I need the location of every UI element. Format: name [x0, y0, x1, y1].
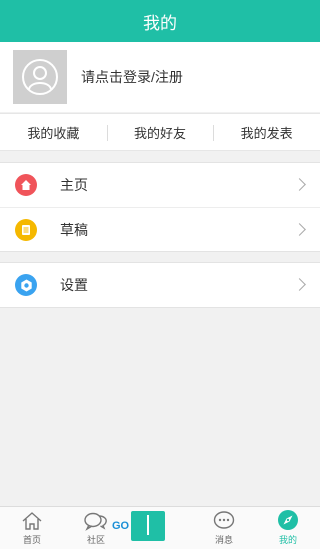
tab-favorites[interactable]: 我的收藏: [0, 114, 107, 150]
menu-group-main: 主页 草稿: [0, 162, 320, 252]
nav-messages[interactable]: 消息: [192, 507, 256, 549]
menu-item-label: 设置: [60, 277, 88, 293]
nav-label: 我的: [278, 535, 297, 545]
watermark-text: GO: [112, 520, 130, 532]
chevron-right-icon: [293, 222, 306, 236]
watermark-logo: GO: [112, 511, 178, 541]
user-avatar-icon: [22, 59, 58, 95]
login-register-link[interactable]: 请点击登录/注册: [81, 67, 183, 87]
tab-posts[interactable]: 我的发表: [213, 114, 320, 150]
nav-label: 消息: [214, 535, 233, 545]
chat-bubbles-icon: [84, 512, 107, 531]
nav-mine[interactable]: 我的: [256, 507, 320, 549]
chevron-right-icon: [293, 278, 306, 291]
menu-group-settings: 设置: [0, 262, 320, 308]
nav-label: 社区: [86, 535, 105, 545]
menu-item-settings[interactable]: 设置: [0, 263, 320, 307]
nav-label: 首页: [22, 535, 41, 545]
nav-home[interactable]: 首页: [0, 507, 64, 549]
tab-friends[interactable]: 我的好友: [106, 114, 214, 150]
home-icon: [15, 174, 37, 196]
page-title: 我的: [143, 13, 177, 33]
chevron-right-icon: [293, 178, 306, 191]
menu-item-label: 草稿: [60, 221, 88, 238]
avatar[interactable]: [13, 50, 67, 104]
menu-item-draft[interactable]: 草稿: [0, 207, 320, 251]
settings-icon: [15, 274, 37, 296]
login-profile-row[interactable]: 请点击登录/注册: [0, 42, 320, 112]
message-icon: [213, 511, 235, 529]
draft-icon: [15, 218, 37, 241]
profile-tabs: 我的收藏 我的好友 我的发表: [0, 113, 320, 151]
app-header: 我的: [0, 0, 320, 42]
menu-item-label: 主页: [60, 177, 88, 193]
compass-icon: [278, 510, 298, 530]
home-outline-icon: [22, 512, 42, 530]
watermark-badge: [131, 511, 166, 541]
menu-item-home[interactable]: 主页: [0, 163, 320, 207]
